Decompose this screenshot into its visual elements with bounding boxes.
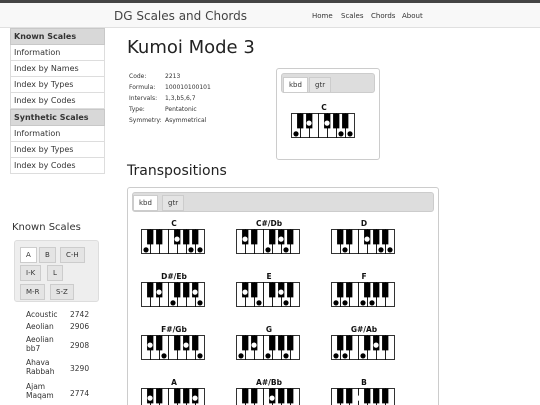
- keyboard-diagram: [236, 335, 300, 364]
- transposition-chord-name: B: [361, 378, 367, 387]
- sidebar-item-synthetic-information[interactable]: Information: [10, 126, 105, 142]
- tab-b[interactable]: B: [39, 247, 56, 263]
- nav-chords[interactable]: Chords: [371, 12, 395, 20]
- tab-m-r[interactable]: M-R: [20, 284, 46, 300]
- transposition-chord-name: A#/Bb: [256, 378, 282, 387]
- info-value: 1,3,b5,6,7: [165, 95, 196, 102]
- sidebar-item-information[interactable]: Information: [10, 45, 105, 61]
- sidebar-item-synthetic-index-codes[interactable]: Index by Codes: [10, 158, 105, 174]
- nav-scales[interactable]: Scales: [341, 12, 363, 20]
- transposition-chord-name: C: [171, 219, 177, 228]
- info-value: Asymmetrical: [165, 117, 207, 124]
- info-label: Type:: [129, 106, 145, 113]
- tab-c-h[interactable]: C-H: [60, 247, 85, 263]
- scale-link-aeolian[interactable]: Aeolian: [26, 322, 54, 331]
- transposition-chord-name: E: [266, 272, 272, 281]
- sidebar-heading-known: Known Scales: [10, 28, 105, 45]
- keyboard-diagram: [141, 229, 205, 258]
- scale-code: 2742: [70, 310, 90, 319]
- keyboard-diagram: [236, 229, 300, 258]
- scale-link-ahava-rabbah[interactable]: Ahava Rabbah: [26, 358, 64, 376]
- sidebar-item-index-codes[interactable]: Index by Codes: [10, 93, 105, 109]
- transposition-chord-name: F#/Gb: [161, 325, 187, 334]
- info-label: Symmetry:: [129, 117, 162, 124]
- chord-name: C: [321, 103, 327, 112]
- tab-gtr[interactable]: gtr: [162, 195, 185, 211]
- keyboard-diagram: [236, 282, 300, 311]
- transpositions-title: Transpositions: [127, 163, 227, 179]
- nav-home[interactable]: Home: [312, 12, 333, 20]
- tab-kbd[interactable]: kbd: [133, 195, 158, 211]
- nav-about[interactable]: About: [402, 12, 423, 20]
- sidebar-item-synthetic-index-types[interactable]: Index by Types: [10, 142, 105, 158]
- transposition-chord-name: G: [265, 325, 273, 334]
- info-value: 2213: [165, 73, 181, 80]
- keyboard-diagram: [141, 388, 205, 405]
- transposition-chord-name: F: [361, 272, 367, 281]
- info-label: Code:: [129, 73, 147, 80]
- scale-link-acoustic[interactable]: Acoustic: [26, 310, 58, 319]
- chord-panel: kbd gtr C: [276, 68, 380, 160]
- scale-code: 2906: [70, 322, 90, 331]
- keyboard-diagram: [331, 282, 395, 311]
- scale-code: 3290: [70, 364, 90, 373]
- scale-link-aeolian-bb7[interactable]: Aeolian bb7: [26, 335, 64, 353]
- scale-code: 2908: [70, 341, 90, 350]
- transposition-chord-name: D: [360, 219, 368, 228]
- keyboard-diagram: [141, 282, 205, 311]
- info-label: Formula:: [129, 84, 156, 91]
- sidebar-heading-synthetic: Synthetic Scales: [10, 109, 105, 126]
- scale-link-ajam-maqam[interactable]: Ajam Maqam: [26, 382, 64, 400]
- transposition-chord-name: C#/Db: [255, 219, 283, 228]
- keyboard-diagram: [331, 335, 395, 364]
- sidebar-item-index-types[interactable]: Index by Types: [10, 77, 105, 93]
- keyboard-diagram: [236, 388, 300, 405]
- transposition-chord-name: D#/Eb: [161, 272, 187, 281]
- brand-link[interactable]: DG Scales and Chords: [114, 9, 247, 23]
- info-value: 100010100101: [165, 84, 211, 91]
- tab-a[interactable]: A: [20, 247, 37, 263]
- keyboard-diagram: [331, 229, 395, 258]
- transposition-chord-name: G#/Ab: [350, 325, 378, 334]
- info-label: Intervals:: [129, 95, 158, 102]
- keyboard-diagram: [331, 388, 395, 405]
- info-value: Pentatonic: [165, 106, 197, 113]
- tab-s-z[interactable]: S-Z: [50, 284, 74, 300]
- sidebar: Known Scales Information Index by Names …: [10, 28, 105, 174]
- page-title: Kumoi Mode 3: [127, 37, 255, 58]
- sidebar-item-index-names[interactable]: Index by Names: [10, 61, 105, 77]
- tab-l[interactable]: L: [47, 265, 63, 281]
- transposition-chord-name: A: [171, 378, 177, 387]
- scale-code: 2774: [70, 389, 90, 398]
- keyboard-diagram: [141, 335, 205, 364]
- tab-gtr[interactable]: gtr: [309, 77, 332, 93]
- tab-i-k[interactable]: I-K: [20, 265, 42, 281]
- known-scales-title: Known Scales: [12, 222, 81, 233]
- tab-kbd[interactable]: kbd: [283, 77, 308, 93]
- top-navbar: DG Scales and Chords Home Scales Chords …: [0, 0, 540, 28]
- keyboard-diagram: [291, 113, 355, 142]
- transpositions-panel: kbd gtr C C#/Db D D#/Eb E F F#/Gb G G#/Ab A A#/Bb B: [127, 187, 439, 405]
